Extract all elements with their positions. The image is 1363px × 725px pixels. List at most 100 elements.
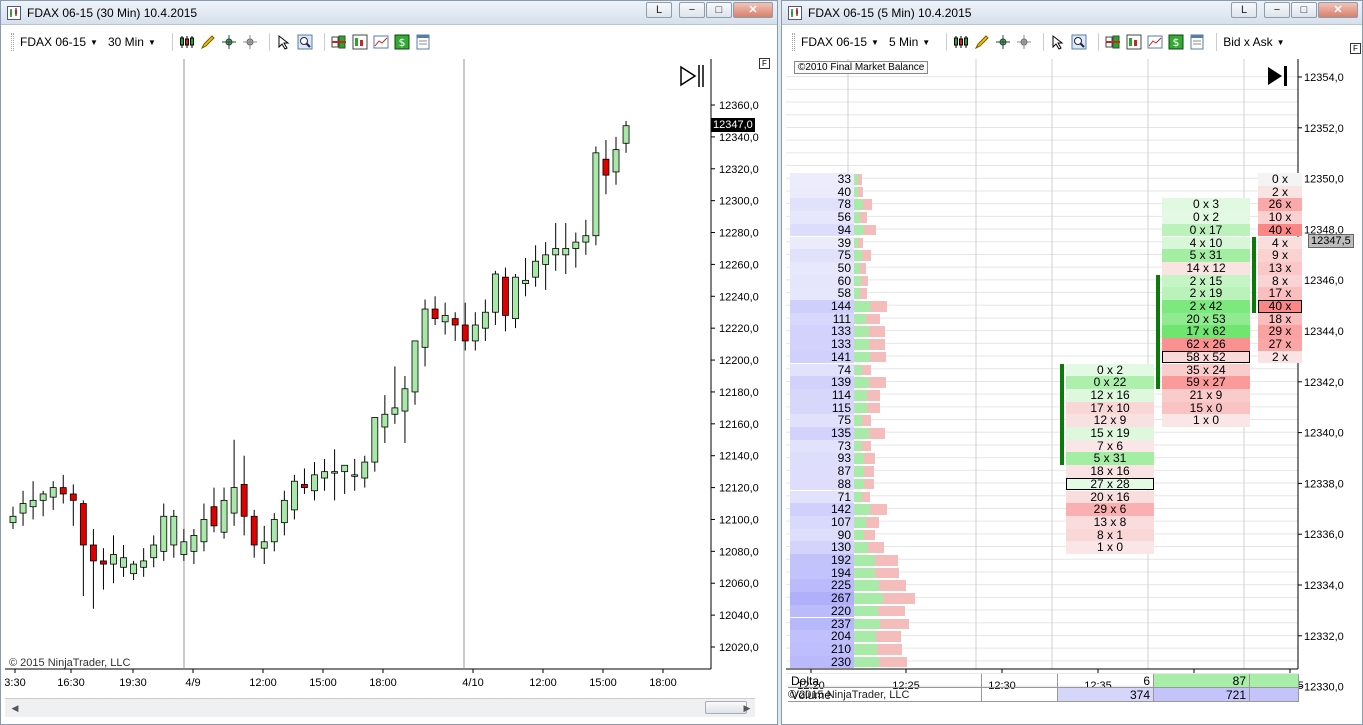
candle-down — [79, 503, 87, 546]
delta-label: Delta — [788, 674, 982, 688]
volume-profile-bid-bar — [862, 199, 872, 211]
volume-profile-ask-bar — [854, 529, 864, 541]
candle-up — [411, 340, 419, 393]
delta-cell — [1250, 674, 1299, 688]
crosshair-icon[interactable] — [995, 34, 1011, 50]
time-label: 4/9 — [185, 677, 200, 689]
chart-window-30min: FDAX 06-15 (30 Min) 10.4.2015 L − □ ✕ FD… — [0, 0, 778, 725]
toolbar-grip[interactable] — [792, 33, 795, 51]
candle-up — [39, 493, 47, 501]
link-button[interactable]: L — [1231, 2, 1257, 18]
zoom-icon[interactable] — [297, 34, 313, 50]
indicators-icon[interactable] — [1105, 34, 1121, 50]
strategies-icon[interactable] — [1126, 34, 1142, 50]
strategies-icon[interactable] — [352, 34, 368, 50]
chart-style-icon[interactable] — [953, 34, 969, 50]
data-box-icon[interactable] — [415, 34, 431, 50]
price-label: 12352,0 — [1304, 123, 1344, 135]
candle-up — [562, 248, 570, 256]
chart-app-icon — [7, 5, 21, 20]
chart-properties-icon[interactable] — [1147, 34, 1163, 50]
zoom-icon[interactable] — [1071, 34, 1087, 50]
candle-up — [9, 515, 17, 524]
scroll-left-arrow-icon[interactable]: ◀ — [7, 701, 23, 715]
link-button[interactable]: L — [646, 2, 672, 18]
bid-ask-cell: 0 x 22 — [1066, 376, 1154, 389]
toolbar-separator — [323, 33, 325, 51]
interval-selector[interactable]: 5 Min ▼ — [889, 35, 930, 49]
volume-profile-value: 220 — [830, 603, 851, 618]
close-button[interactable]: ✕ — [1318, 2, 1358, 18]
indicators-icon[interactable] — [331, 34, 347, 50]
dollar-icon[interactable]: $ — [1168, 34, 1184, 50]
candle-up — [391, 407, 399, 415]
volume-profile-value: 74 — [837, 362, 851, 377]
volume-profile-ask-bar — [854, 389, 867, 401]
time-label: 4/10 — [462, 677, 483, 689]
volume-profile-value: 133 — [830, 337, 851, 352]
candle-up — [29, 499, 37, 508]
volume-profile-ask-bar — [854, 516, 866, 528]
chevron-down-icon: ▼ — [147, 37, 156, 47]
volume-profile-ask-bar — [854, 224, 865, 236]
display-mode-selector[interactable]: Bid x Ask ▼ — [1223, 35, 1284, 49]
title-bar[interactable]: FDAX 06-15 (5 Min) 10.4.2015 L − □ ✕ — [782, 1, 1362, 25]
global-crosshair-icon[interactable] — [1016, 34, 1032, 50]
draw-pencil-icon[interactable] — [974, 34, 990, 50]
volume-profile-value: 142 — [830, 502, 851, 517]
volume-profile-bid-bar — [869, 504, 887, 515]
copyright-text: © 2015 NinjaTrader, LLC — [788, 689, 910, 701]
volume-profile-ask-bar — [854, 618, 881, 630]
pointer-icon[interactable] — [276, 34, 292, 50]
candlestick-chart[interactable]: 12360,0 12340,0 12320,0 12300,0 12280,0 12260… — [5, 59, 775, 699]
volume-profile-bid-bar — [864, 453, 876, 465]
f-badge[interactable]: F — [759, 58, 770, 69]
volume-profile-bid-bar — [868, 542, 884, 553]
crosshair-icon[interactable] — [221, 34, 237, 50]
f-badge[interactable]: F — [1350, 43, 1361, 54]
minimize-button[interactable]: − — [1264, 2, 1290, 18]
volume-profile-value: 194 — [830, 565, 851, 580]
price-label: 12340,0 — [719, 132, 759, 144]
instrument-label: FDAX 06-15 — [801, 35, 868, 49]
bid-ask-cell: 2 x — [1258, 351, 1302, 364]
minimize-button[interactable]: − — [679, 2, 705, 18]
dollar-icon[interactable]: $ — [394, 34, 410, 50]
toolbar-grip[interactable] — [11, 33, 14, 51]
maximize-button[interactable]: □ — [1291, 2, 1317, 18]
global-crosshair-icon[interactable] — [242, 34, 258, 50]
candle-up — [401, 388, 409, 412]
candle-up — [190, 535, 198, 552]
interval-selector[interactable]: 30 Min ▼ — [108, 35, 156, 49]
volume-profile-bid-bar — [863, 478, 875, 490]
chevron-down-icon: ▼ — [871, 37, 879, 47]
bid-ask-cell: 29 x 6 — [1066, 503, 1154, 516]
candle-up — [120, 557, 127, 568]
volume-profile-ask-bar — [854, 339, 869, 350]
draw-pencil-icon[interactable] — [200, 34, 216, 50]
chart-style-icon[interactable] — [179, 34, 195, 50]
bid-ask-cell: 0 x 2 — [1162, 211, 1250, 224]
close-button[interactable]: ✕ — [733, 2, 773, 18]
pointer-icon[interactable] — [1050, 34, 1066, 50]
chart-properties-icon[interactable] — [373, 34, 389, 50]
candle-down — [502, 276, 509, 316]
bid-ask-cell: 13 x — [1258, 262, 1302, 275]
data-box-icon[interactable] — [1189, 34, 1205, 50]
fmb-copyright: ©2010 Final Market Balance — [794, 61, 929, 74]
price-label: 12300,0 — [719, 196, 759, 208]
scroll-right-arrow-icon[interactable]: ▶ — [739, 701, 755, 715]
maximize-button[interactable]: □ — [706, 2, 732, 18]
instrument-selector[interactable]: FDAX 06-15 ▼ — [801, 35, 879, 49]
candle-down — [240, 483, 248, 517]
price-label: 12332,0 — [1304, 631, 1344, 643]
candle-up — [180, 541, 188, 555]
instrument-selector[interactable]: FDAX 06-15 ▼ — [20, 35, 98, 49]
title-bar[interactable]: FDAX 06-15 (30 Min) 10.4.2015 L − □ ✕ — [1, 1, 777, 25]
delta-cell: 6 — [1058, 674, 1154, 688]
price-label: 12220,0 — [719, 323, 759, 335]
candle-up — [542, 254, 550, 265]
chart-toolbar: FDAX 06-15 ▼ 5 Min ▼ $ Bid x Ask ▼ — [782, 29, 1362, 55]
candle-up — [19, 503, 27, 514]
horizontal-scrollbar[interactable]: ◀ ▶ — [5, 698, 755, 717]
